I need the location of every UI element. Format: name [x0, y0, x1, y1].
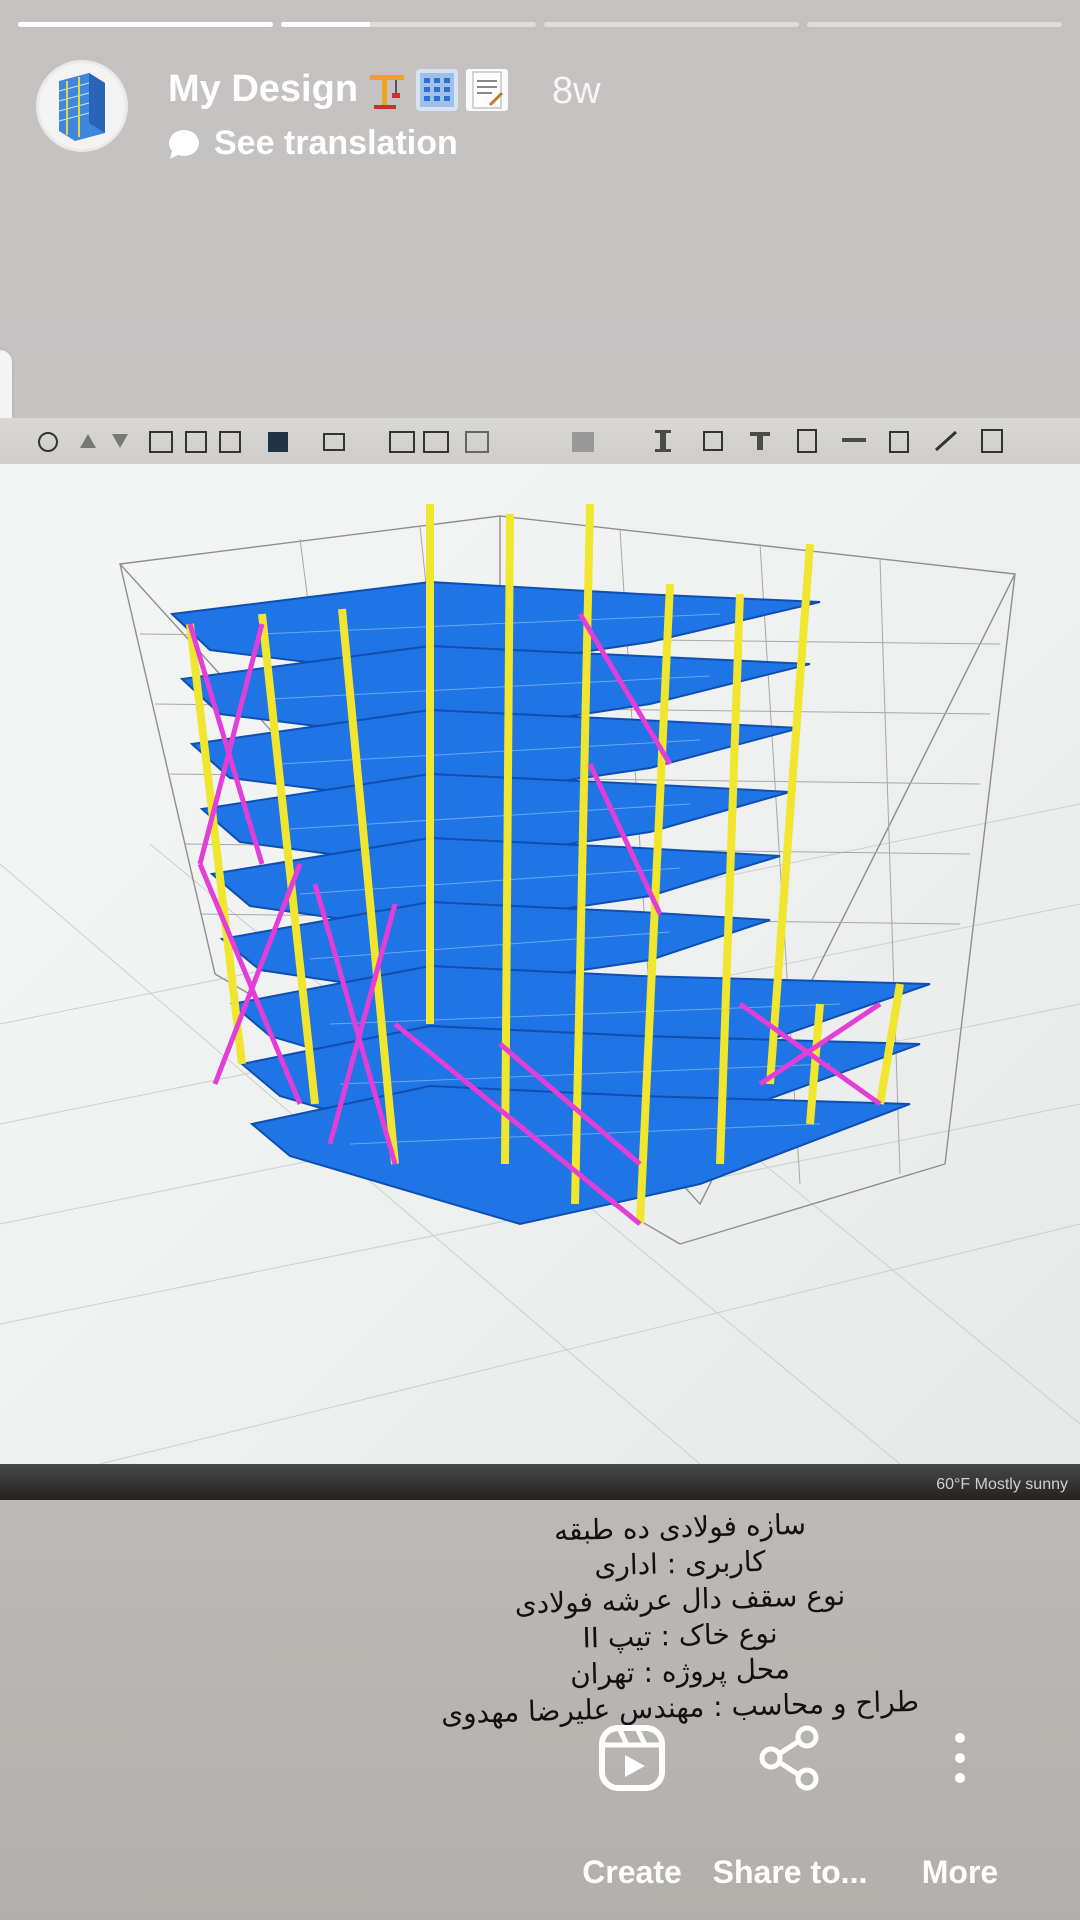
weather-readout: 60°F Mostly sunny — [936, 1476, 1068, 1493]
progress-segment-2 — [281, 22, 536, 27]
story-progress — [18, 22, 1062, 27]
toolbar-icons — [38, 429, 1003, 453]
building-model-icon — [58, 73, 105, 141]
progress-segment-4 — [807, 22, 1062, 27]
software-toolbar — [0, 418, 1080, 464]
speech-bubble-icon — [168, 129, 200, 159]
share-button[interactable]: Share to... — [700, 1718, 880, 1891]
more-label: More — [921, 1854, 999, 1890]
share-icon — [700, 1718, 880, 1798]
reels-icon — [542, 1718, 722, 1798]
username[interactable]: My Design — [168, 68, 509, 111]
document-emoji — [466, 68, 509, 111]
progress-segment-3 — [544, 22, 799, 27]
create-label: Create — [582, 1854, 682, 1890]
story-caption: سازه فولادی ده طبقه کاربری : اداری نوع س… — [320, 1508, 1040, 1731]
office-building-emoji — [416, 68, 459, 111]
share-label: Share to... — [712, 1854, 868, 1890]
see-translation-button[interactable]: See translation — [168, 124, 458, 163]
post-age: 8w — [552, 70, 601, 112]
more-button[interactable]: More — [870, 1718, 1050, 1891]
create-button[interactable]: Create — [542, 1718, 722, 1891]
more-dots-icon — [870, 1718, 1050, 1798]
crane-emoji — [366, 69, 408, 111]
avatar[interactable] — [36, 60, 128, 152]
structural-model-view — [0, 464, 1080, 1465]
progress-segment-1 — [18, 22, 273, 27]
steel-frame-3d-model — [0, 503, 1080, 1465]
username-text: My Design — [168, 68, 359, 110]
see-translation-label: See translation — [214, 124, 458, 162]
story-photo[interactable]: 60°F Mostly sunny — [0, 418, 1080, 1500]
taskbar — [0, 1464, 1080, 1500]
